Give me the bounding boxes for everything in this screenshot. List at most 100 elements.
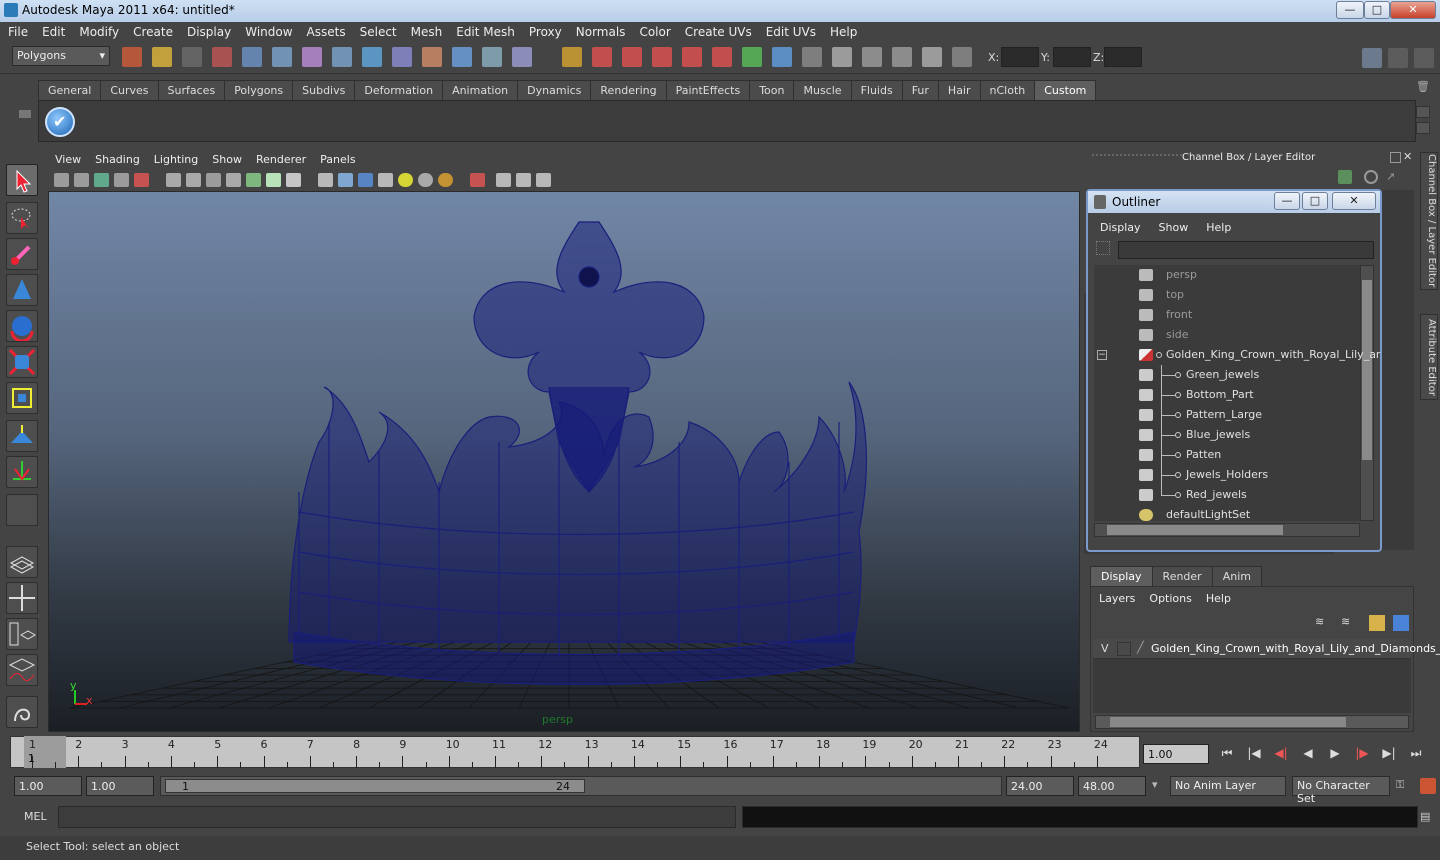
show-output-icon[interactable] [772,47,792,67]
play-backward-icon[interactable]: ◀ [1297,746,1319,764]
shelf-tab-fluids[interactable]: Fluids [850,80,903,100]
menu-normals[interactable]: Normals [568,22,632,39]
outliner-item[interactable]: Bottom_Part [1095,385,1360,405]
render-globals-icon[interactable] [892,47,912,67]
menu-display[interactable]: Display [179,22,237,39]
shelf-tab-surfaces[interactable]: Surfaces [157,80,226,100]
lock-selection-icon[interactable] [302,47,322,67]
select-camera-icon[interactable] [54,173,69,187]
select-component-icon[interactable] [272,47,292,67]
panel-drag-handle[interactable] [1092,154,1182,164]
snap-curve-icon[interactable] [362,47,382,67]
rotate-tool-icon[interactable] [6,310,38,343]
animation-preferences-icon[interactable] [1420,778,1436,794]
perspective-viewport[interactable]: y x persp [48,191,1080,732]
shelf-tab-deformation[interactable]: Deformation [354,80,444,100]
hypershade-icon[interactable] [682,47,702,67]
gate-mask-icon[interactable] [226,173,241,187]
layer-color-swatch[interactable]: ╱ [1137,641,1144,654]
menu-assets[interactable]: Assets [299,22,352,39]
xray-icon[interactable] [496,173,511,187]
two-d-pan-zoom-icon[interactable] [134,173,149,187]
menu-edit-uvs[interactable]: Edit UVs [758,22,822,39]
menu-set-dropdown[interactable]: Polygons ▾ [12,46,110,66]
render-current-icon[interactable] [832,47,852,67]
move-up-layer-icon[interactable] [1369,615,1385,631]
layer-row[interactable]: V ╱ Golden_King_Crown_with_Royal_Lily_an… [1093,639,1440,659]
manipulator-tool-icon[interactable] [6,382,38,414]
save-scene-icon[interactable] [182,47,202,67]
menu-mesh[interactable]: Mesh [403,22,449,39]
soft-mod-tool-icon[interactable] [6,420,38,452]
viewport-menu-view[interactable]: View [48,150,88,166]
safe-title-icon[interactable] [286,173,301,187]
layer-editor-icon[interactable] [1364,170,1378,184]
xray-joints-icon[interactable] [516,173,531,187]
shelf-tab-toon[interactable]: Toon [749,80,795,100]
layer-menu-options[interactable]: Options [1141,589,1197,605]
select-object-icon[interactable] [242,47,262,67]
scale-tool-icon[interactable] [6,346,38,378]
menu-create-uvs[interactable]: Create UVs [677,22,758,39]
four-view-layout-icon[interactable] [6,582,38,614]
layer-horizontal-scrollbar[interactable] [1095,715,1409,729]
close-button[interactable]: ✕ [1390,1,1436,19]
outliner-menu-help[interactable]: Help [1198,221,1241,234]
current-time-field[interactable]: 1.00 [1143,744,1209,764]
anim-layer-dropdown[interactable]: No Anim Layer ▾ [1170,776,1299,796]
outliner-item[interactable]: side [1095,325,1360,345]
show-input-icon[interactable] [742,47,762,67]
y-coord-input[interactable] [1053,47,1091,67]
grid-toggle-icon[interactable] [166,173,181,187]
layer-scroll-thumb[interactable] [1110,717,1346,727]
menu-create[interactable]: Create [125,22,179,39]
outliner-maximize-button[interactable]: □ [1302,192,1328,210]
smooth-shade-icon[interactable] [338,173,353,187]
outliner-minimize-button[interactable]: — [1274,192,1300,210]
menu-proxy[interactable]: Proxy [521,22,568,39]
step-back-key-icon[interactable]: ◀| [1270,746,1292,764]
menu-edit-mesh[interactable]: Edit Mesh [448,22,521,39]
shelf-tab-dynamics[interactable]: Dynamics [517,80,592,100]
collapse-toggle-icon[interactable]: − [1097,350,1107,360]
snap-point-icon[interactable] [392,47,412,67]
outliner-horizontal-scrollbar[interactable] [1094,523,1360,537]
shelf-scroll-up[interactable] [1416,106,1430,118]
minimize-button[interactable]: — [1336,1,1364,19]
help-icon[interactable] [512,47,532,67]
channel-box-toggle-icon[interactable] [1362,48,1382,68]
close-panel-icon[interactable]: ✕ [1403,150,1415,163]
outliner-menu-show[interactable]: Show [1151,221,1199,234]
new-scene-icon[interactable] [122,47,142,67]
shelf-tab-curves[interactable]: Curves [100,80,159,100]
menu-color[interactable]: Color [631,22,676,39]
lights-default-icon[interactable] [398,173,413,187]
outliner-scroll-thumb[interactable] [1362,280,1372,460]
viewport-menu-renderer[interactable]: Renderer [249,150,313,166]
field-chart-icon[interactable] [246,173,261,187]
attribute-editor-toggle-icon[interactable] [1414,48,1434,68]
textured-icon[interactable] [378,173,393,187]
last-tool-slot[interactable] [6,494,38,526]
input-line-icon[interactable] [922,47,942,67]
playback-start-field[interactable]: 1.00 [86,776,154,796]
menu-window[interactable]: Window [237,22,298,39]
layer-tab-display[interactable]: Display [1090,566,1153,586]
outliner-title-bar[interactable]: Outliner — □ ✕ [1088,191,1380,213]
select-hierarchy-icon[interactable] [212,47,232,67]
shelf-menu-handle[interactable] [14,80,34,142]
outliner-item[interactable]: Patten [1095,445,1360,465]
resolution-gate-icon[interactable] [206,173,221,187]
make-live-icon[interactable] [452,47,472,67]
snap-together-icon[interactable] [952,47,972,67]
shelf-tab-fur[interactable]: Fur [901,80,939,100]
isolate-select-icon[interactable] [470,173,485,187]
float-panel-icon[interactable] [1390,152,1401,163]
range-slider-bar[interactable]: 1 24 [165,779,585,793]
outliner-item[interactable]: Blue_jewels [1095,425,1360,445]
camera-attributes-icon[interactable] [74,173,89,187]
snap-grid-icon[interactable] [332,47,352,67]
film-gate-icon[interactable] [186,173,201,187]
bookmarks-icon[interactable] [94,173,109,187]
go-to-end-icon[interactable]: ⏭ [1405,746,1427,764]
